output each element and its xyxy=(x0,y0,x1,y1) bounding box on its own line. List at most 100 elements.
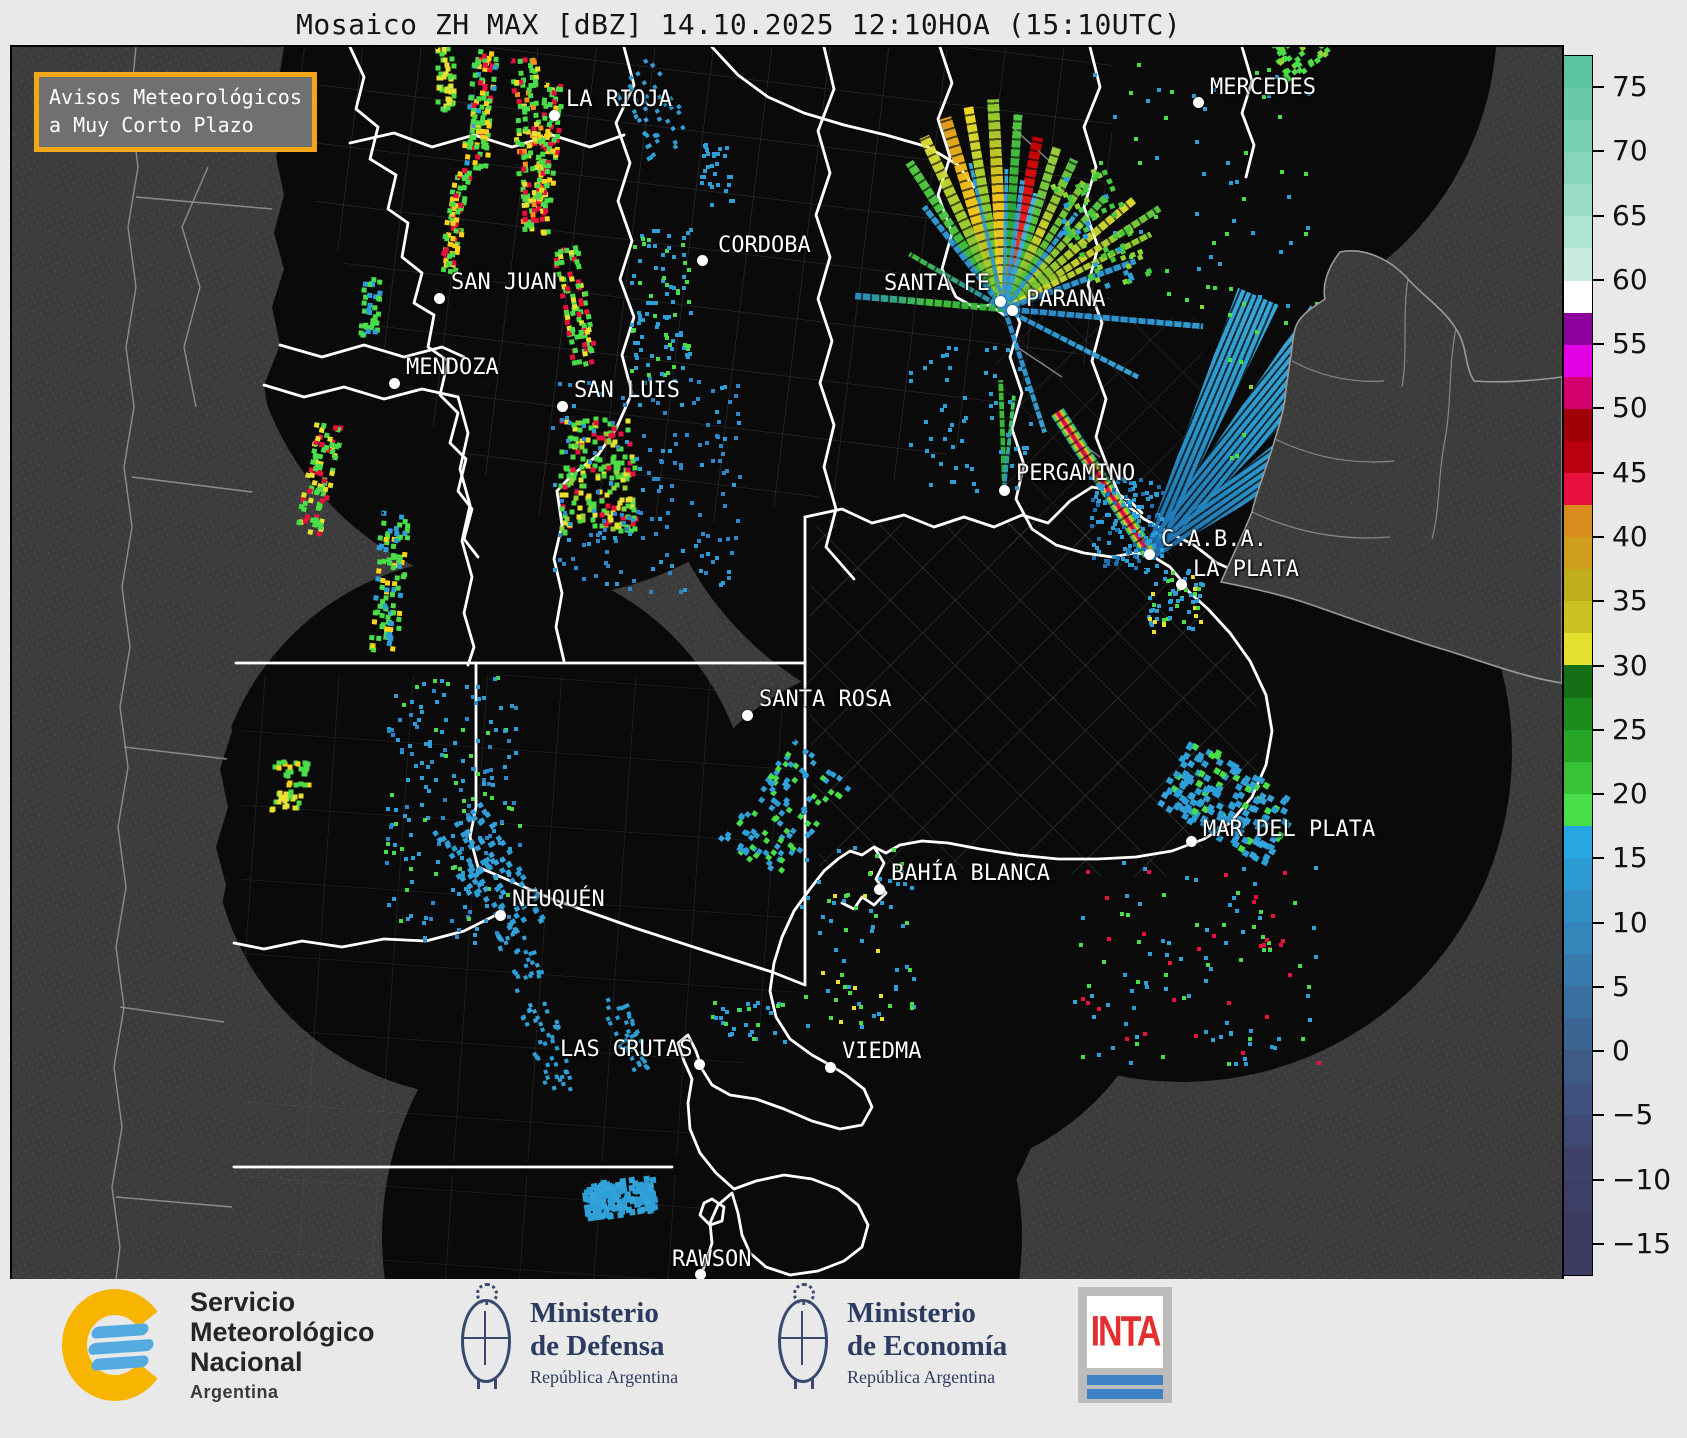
colorbar-band xyxy=(1564,1210,1592,1243)
city-dot xyxy=(1175,578,1187,590)
inta-bar-icon xyxy=(1087,1389,1163,1399)
colorbar-tick-label: 40 xyxy=(1612,519,1648,553)
colorbar-tick-label: 25 xyxy=(1612,712,1648,746)
city-dot xyxy=(1185,835,1197,847)
colorbar-band xyxy=(1564,248,1592,281)
city-dot xyxy=(998,484,1010,496)
colorbar-tick xyxy=(1593,985,1604,988)
colorbar-band xyxy=(1564,569,1592,602)
arms-pike xyxy=(484,1311,486,1365)
colorbar-tick xyxy=(1593,407,1604,410)
colorbar-tick xyxy=(1593,1178,1604,1181)
city-dot xyxy=(556,400,568,412)
city-dot xyxy=(824,1061,836,1073)
colorbar-tick xyxy=(1593,793,1604,796)
colorbar-band xyxy=(1564,665,1592,698)
inta-logo: INTA xyxy=(1078,1287,1172,1403)
colorbar-band xyxy=(1564,954,1592,987)
colorbar-band xyxy=(1564,825,1592,858)
economia-line2: de Economía xyxy=(847,1330,1008,1363)
radar-mosaic-screen: Mosaico ZH MAX [dBZ] 14.10.2025 12:10HOA… xyxy=(0,0,1687,1438)
footer-logos: Servicio Meteorológico Nacional Argentin… xyxy=(0,1279,1687,1438)
colorbar-tick xyxy=(1593,471,1604,474)
colorbar-band xyxy=(1564,312,1592,345)
city-label: LA PLATA xyxy=(1193,557,1299,582)
smn-name-line: Servicio xyxy=(190,1287,296,1317)
colorbar-tick-label: 55 xyxy=(1612,327,1648,361)
colorbar-tick-label: 5 xyxy=(1612,969,1630,1003)
colorbar-tick xyxy=(1593,278,1604,281)
colorbar-band xyxy=(1564,1114,1592,1147)
colorbar-tick-label: −10 xyxy=(1612,1162,1672,1196)
smn-name-line: Meteorológico xyxy=(190,1317,375,1348)
city-label: BAHÍA BLANCA xyxy=(891,861,1050,886)
colorbar-tick-label: 60 xyxy=(1612,262,1648,296)
colorbar-tick-label: 75 xyxy=(1612,70,1648,104)
colorbar-tick-label: 20 xyxy=(1612,777,1648,811)
economia-line1: Ministerio xyxy=(847,1297,976,1329)
arms-midline xyxy=(781,1337,825,1339)
city-label: SANTA ROSA xyxy=(759,687,892,712)
city-label: LAS GRUTAS xyxy=(560,1037,693,1062)
colorbar-band xyxy=(1564,857,1592,891)
colorbar-band xyxy=(1564,633,1592,666)
colorbar-band xyxy=(1564,473,1592,506)
colorbar-band xyxy=(1564,1018,1592,1051)
colorbar-tick-label: 50 xyxy=(1612,391,1648,425)
colorbar-band xyxy=(1564,729,1592,762)
colorbar-tick xyxy=(1593,600,1604,603)
colorbar-tick xyxy=(1593,1050,1604,1053)
colorbar-band xyxy=(1564,88,1592,121)
colorbar-band xyxy=(1564,440,1592,474)
smn-logo-text: Servicio Meteorológico Nacional Argentin… xyxy=(190,1287,375,1403)
colorbar-tick-label: 65 xyxy=(1612,198,1648,232)
colorbar-tick-label: 70 xyxy=(1612,134,1648,168)
colorbar-band xyxy=(1564,922,1592,955)
city-label: C.A.B.A. xyxy=(1161,527,1267,552)
smn-country: Argentina xyxy=(190,1381,279,1402)
city-marker-layer: MERCEDES LA RIOJA SAN JUAN CORDOBA SANTA FE P… xyxy=(12,47,1562,1279)
inta-logo-inner: INTA xyxy=(1087,1296,1163,1368)
arms-oval xyxy=(461,1299,511,1383)
warning-line1: Avisos Meteorológicos xyxy=(49,85,302,109)
colorbar-band xyxy=(1564,505,1592,538)
city-dot xyxy=(994,295,1006,307)
smn-name-line: Nacional xyxy=(190,1347,303,1378)
city-dot xyxy=(1006,304,1018,316)
city-label: LA RIOJA xyxy=(566,87,672,112)
city-label: SAN JUAN xyxy=(451,270,557,295)
colorbar-band xyxy=(1564,890,1592,923)
colorbar-tick xyxy=(1593,1242,1604,1245)
city-dot xyxy=(494,909,506,921)
city-dot xyxy=(693,1058,705,1070)
colorbar-band xyxy=(1564,601,1592,634)
arms-pike xyxy=(801,1311,803,1365)
colorbar-band xyxy=(1564,1082,1592,1115)
colorbar-band xyxy=(1564,537,1592,570)
defensa-line2: de Defensa xyxy=(530,1330,665,1363)
colorbar-tick xyxy=(1593,214,1604,217)
city-dot xyxy=(741,709,753,721)
colorbar-tick-label: 45 xyxy=(1612,455,1648,489)
city-dot xyxy=(433,292,445,304)
defensa-logo-text: Ministerio de Defensa República Argentin… xyxy=(530,1297,678,1388)
city-label: MERCEDES xyxy=(1210,75,1316,100)
colorbar-tick xyxy=(1593,150,1604,153)
colorbar-tick-label: 35 xyxy=(1612,584,1648,618)
colorbar-tick-label: 30 xyxy=(1612,648,1648,682)
colorbar-tick xyxy=(1593,535,1604,538)
colorbar-band xyxy=(1564,1242,1592,1275)
colorbar-band xyxy=(1564,184,1592,217)
city-dot xyxy=(548,109,560,121)
economia-sub: República Argentina xyxy=(847,1366,996,1387)
colorbar-band xyxy=(1564,1146,1592,1179)
city-dot xyxy=(696,254,708,266)
colorbar-tick xyxy=(1593,664,1604,667)
colorbar-band xyxy=(1564,120,1592,153)
inta-bar-icon xyxy=(1087,1375,1163,1385)
colorbar-band xyxy=(1564,152,1592,185)
city-dot xyxy=(1143,548,1155,560)
colorbar-tick-label: 10 xyxy=(1612,905,1648,939)
colorbar-tick-label: −5 xyxy=(1612,1098,1654,1132)
city-dot xyxy=(873,883,885,895)
